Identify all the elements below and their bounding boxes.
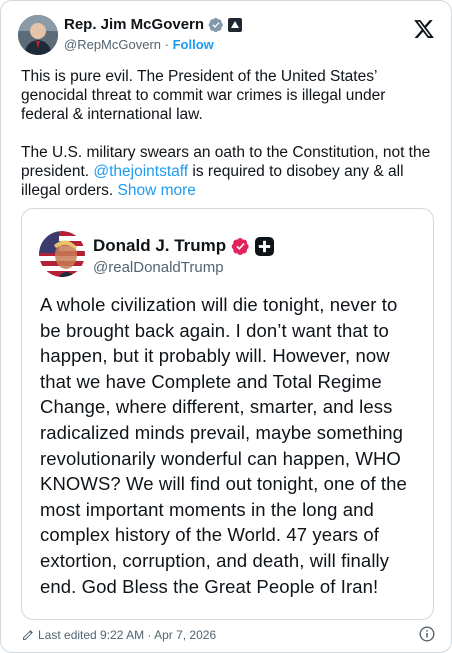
- author-handle[interactable]: @RepMcGovern: [64, 37, 161, 52]
- pink-verified-badge-icon: [231, 237, 249, 255]
- author-handle-row: @RepMcGovern · Follow: [64, 37, 214, 52]
- quote-text: A whole civilization will die tonight, n…: [40, 294, 407, 597]
- x-logo-icon[interactable]: [413, 18, 435, 40]
- tweet-paragraph-2: The U.S. military swears an oath to the …: [21, 143, 435, 200]
- square-plus-badge-icon: [255, 236, 275, 256]
- follow-button[interactable]: Follow: [173, 37, 214, 52]
- tweet-paragraph-1: This is pure evil. The President of the …: [21, 68, 386, 123]
- quoted-post[interactable]: Donald J. Trump @realDonaldTrump A whole…: [21, 208, 434, 620]
- tweet-header: Rep. Jim McGovern @RepMcGovern · Follow: [18, 15, 437, 57]
- author-avatar[interactable]: [18, 15, 58, 55]
- info-icon[interactable]: [419, 626, 435, 642]
- mention-link[interactable]: @thejointstaff: [93, 163, 188, 180]
- separator-dot: ·: [164, 37, 169, 52]
- pencil-icon: [23, 629, 33, 640]
- last-edited-timestamp[interactable]: Last edited 9:22 AM · Apr 7, 2026: [38, 628, 216, 642]
- gray-verified-badge-icon: [208, 17, 223, 32]
- quote-author-handle[interactable]: @realDonaldTrump: [93, 259, 224, 276]
- tweet-text: This is pure evil. The President of the …: [21, 67, 435, 200]
- tweet-footer: Last edited 9:22 AM · Apr 7, 2026: [21, 625, 435, 645]
- quote-author-avatar[interactable]: [39, 231, 85, 277]
- government-label-icon: [228, 17, 243, 32]
- show-more-link[interactable]: Show more: [118, 182, 196, 199]
- tweet-card: Rep. Jim McGovern @RepMcGovern · Follow …: [0, 0, 452, 653]
- author-name[interactable]: Rep. Jim McGovern: [64, 16, 204, 33]
- quote-author-name[interactable]: Donald J. Trump: [93, 236, 226, 256]
